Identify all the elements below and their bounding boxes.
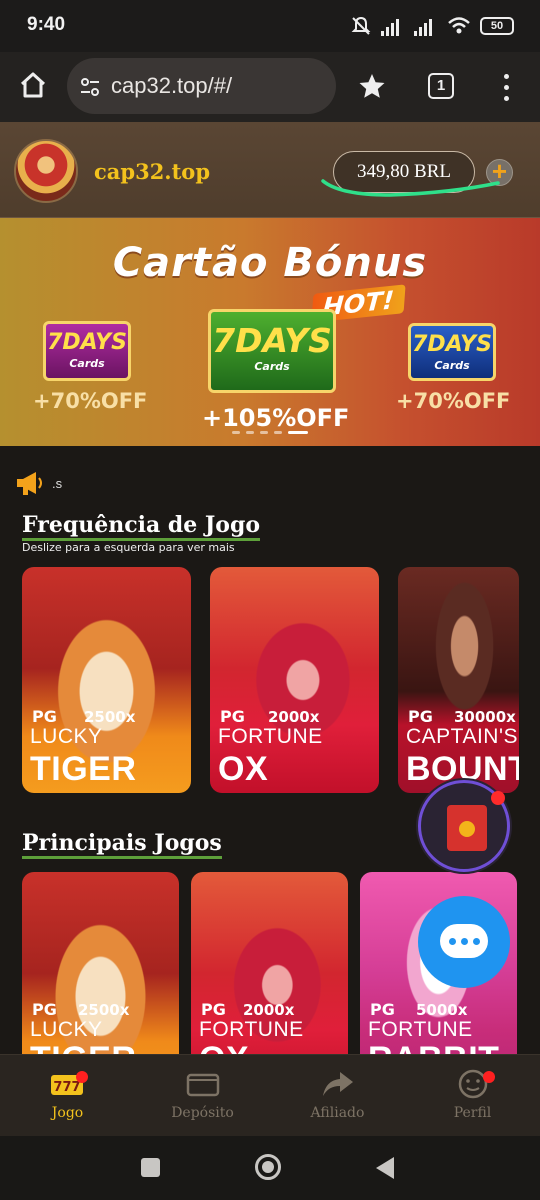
game-name-line1: FORTUNE [368, 1018, 473, 1041]
status-time: 9:40 [27, 14, 66, 35]
system-nav-bar [0, 1136, 540, 1200]
game-multiplier: 2000x [268, 708, 320, 726]
carousel-dot[interactable] [232, 431, 240, 434]
section-subtitle: Deslize para a esquerda para ver mais [22, 541, 235, 554]
bonus-card-3[interactable]: 7DAYS Cards [408, 323, 496, 381]
bell-off-icon [351, 16, 371, 35]
banner-title: Cartão Bónus [112, 240, 428, 286]
game-name-line2: TIGER [30, 1040, 136, 1054]
bonus-card-1[interactable]: 7DAYS Cards [43, 321, 131, 381]
game-name-line2: OX [218, 750, 269, 788]
game-name-line2: OX [199, 1040, 249, 1054]
signal-icon [381, 16, 405, 36]
pg-logo: PG [408, 707, 433, 726]
highlight-underline [321, 179, 500, 197]
avatar[interactable] [14, 139, 78, 203]
site-header: cap32.top 349,80 BRL + [0, 122, 540, 218]
more-vert-icon[interactable] [498, 72, 514, 102]
nav-label: Depósito [171, 1105, 234, 1121]
notification-badge [76, 1071, 88, 1083]
game-multiplier: 30000x [454, 708, 516, 726]
game-card-lucky-tiger[interactable]: PG 2500x LUCKY TIGER [22, 567, 191, 793]
site-name: cap32.top [94, 159, 211, 184]
home-icon[interactable] [18, 70, 48, 100]
nav-item-jogo[interactable]: 777 Jogo [0, 1055, 135, 1137]
notification-badge [491, 791, 505, 805]
section-title-frequency: Frequência de Jogo [22, 512, 261, 541]
address-bar[interactable]: cap32.top/#/ [67, 58, 336, 114]
game-name-line1: LUCKY [30, 1018, 103, 1041]
status-bar: 9:40 50 [0, 0, 540, 52]
pg-logo: PG [220, 707, 245, 726]
back-icon[interactable] [376, 1157, 394, 1179]
nav-item-perfil[interactable]: Perfil [405, 1055, 540, 1137]
game-name-line1: FORTUNE [218, 725, 323, 748]
card-days: 7DAYS [47, 330, 127, 355]
home-circle-icon[interactable] [255, 1154, 281, 1180]
card-days: 7DAYS [412, 332, 492, 357]
url-text: cap32.top/#/ [111, 73, 233, 98]
pg-logo: PG [32, 707, 57, 726]
nav-label: Jogo [51, 1105, 84, 1121]
game-name-line2: TIGER [30, 750, 137, 788]
carousel-dots [232, 431, 308, 434]
share-arrow-icon [322, 1072, 353, 1096]
notification-badge [483, 1071, 495, 1083]
tune-icon[interactable] [79, 76, 101, 98]
promo-banner[interactable]: Cartão Bónus HOT! 7DAYS Cards 7DAYS Card… [0, 218, 540, 446]
game-card-lucky-tiger[interactable]: PG 2500x LUCKY TIGER [22, 872, 179, 1054]
card-discount-2: +105%OFF [202, 404, 350, 432]
pg-logo: PG [32, 1000, 57, 1019]
red-envelope-button[interactable] [418, 780, 510, 872]
bottom-nav: 777 Jogo Depósito Afiliado Perfil [0, 1054, 540, 1136]
nav-label: Afiliado [310, 1105, 365, 1121]
game-name-line1: LUCKY [30, 725, 103, 748]
tabs-icon[interactable]: 1 [428, 73, 454, 99]
red-envelope-icon [447, 805, 487, 851]
nav-label: Perfil [453, 1105, 492, 1121]
svg-text:777: 777 [53, 1080, 80, 1095]
chat-support-button[interactable] [418, 896, 510, 988]
pg-logo: PG [201, 1000, 226, 1019]
carousel-dot[interactable] [246, 431, 254, 434]
wifi-icon [448, 17, 470, 34]
card-sub: Cards [254, 360, 290, 373]
pg-logo: PG [370, 1000, 395, 1019]
bonus-card-2[interactable]: 7DAYS Cards [208, 309, 336, 393]
megaphone-icon [17, 472, 42, 495]
game-multiplier: 2500x [84, 708, 136, 726]
section-title-main-games: Principais Jogos [22, 830, 222, 859]
carousel-dot[interactable] [274, 431, 282, 434]
recents-icon[interactable] [141, 1158, 160, 1177]
game-multiplier: 2500x [78, 1001, 130, 1019]
card-sub: Cards [69, 357, 105, 370]
card-sub: Cards [434, 359, 470, 372]
status-icons: 50 [350, 15, 514, 37]
nav-item-afiliado[interactable]: Afiliado [270, 1055, 405, 1137]
game-card-fortune-ox[interactable]: PG 2000x FORTUNE OX [210, 567, 379, 793]
nav-item-deposito[interactable]: Depósito [135, 1055, 270, 1137]
carousel-dot[interactable] [260, 431, 268, 434]
battery-icon: 50 [480, 17, 514, 35]
card-discount-3: +70%OFF [396, 389, 511, 413]
browser-toolbar: cap32.top/#/ 1 [0, 52, 540, 122]
game-name-line1: FORTUNE [199, 1018, 304, 1041]
signal-icon-2 [414, 16, 438, 36]
game-card-captains-bounty[interactable]: PG 30000x CAPTAIN'S BOUNTY [398, 567, 519, 793]
chat-bubble-icon [440, 924, 488, 958]
game-name-line2: RABBIT [368, 1040, 499, 1054]
card-discount-1: +70%OFF [33, 389, 148, 413]
game-card-fortune-ox[interactable]: PG 2000x FORTUNE OX [191, 872, 348, 1054]
card-days: 7DAYS [212, 321, 332, 360]
star-icon[interactable] [358, 72, 386, 100]
carousel-dot-active[interactable] [288, 431, 308, 434]
wallet-icon [186, 1073, 219, 1097]
game-multiplier: 2000x [243, 1001, 295, 1019]
game-name-line1: CAPTAIN'S [406, 725, 518, 748]
game-multiplier: 5000x [416, 1001, 468, 1019]
announcement-text: .s [52, 476, 63, 491]
